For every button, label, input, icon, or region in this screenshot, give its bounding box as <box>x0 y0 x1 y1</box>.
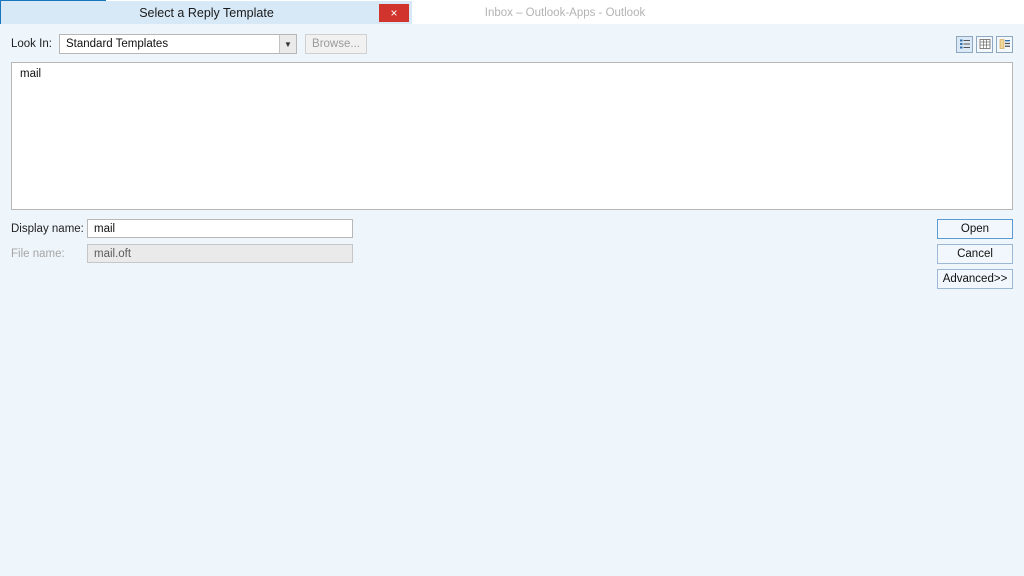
reply-template-title: Select a Reply Template <box>139 6 274 20</box>
view-buttons <box>956 35 1013 53</box>
file-name-label: File name: <box>11 247 65 260</box>
cancel-button[interactable]: Cancel <box>937 244 1013 264</box>
reply-template-titlebar: Select a Reply Template × <box>1 1 412 25</box>
chevron-down-icon: ▼ <box>279 35 296 53</box>
look-in-select[interactable]: Standard Templates ▼ <box>59 34 297 54</box>
display-name-input[interactable]: mail <box>87 219 353 238</box>
look-in-label: Look In: <box>11 38 52 50</box>
reply-template-buttons: Open Cancel Advanced>> <box>937 219 1013 294</box>
select-reply-template-dialog: Select a Reply Template × Look In: Stand… <box>0 0 1024 576</box>
details-view-icon[interactable] <box>996 35 1013 53</box>
reply-template-body: Look In: Standard Templates ▼ Browse... <box>0 24 1024 576</box>
file-name-row: File name: mail.oft <box>11 244 1013 263</box>
open-button[interactable]: Open <box>937 219 1013 239</box>
look-in-value: Standard Templates <box>66 38 169 50</box>
grid-view-icon[interactable] <box>976 35 993 53</box>
file-name-input: mail.oft <box>87 244 353 263</box>
template-file-list[interactable]: mail <box>11 62 1013 210</box>
reply-template-fields: Display name: mail File name: mail.oft O… <box>11 219 1013 289</box>
display-name-label: Display name: <box>11 222 84 235</box>
list-item[interactable]: mail <box>18 67 1006 81</box>
look-in-row: Look In: Standard Templates ▼ Browse... <box>11 33 1013 55</box>
display-name-row: Display name: mail <box>11 219 1013 238</box>
advanced-button[interactable]: Advanced>> <box>937 269 1013 289</box>
close-icon[interactable]: × <box>379 4 409 22</box>
browse-button: Browse... <box>305 34 367 54</box>
list-view-icon[interactable] <box>956 35 973 53</box>
